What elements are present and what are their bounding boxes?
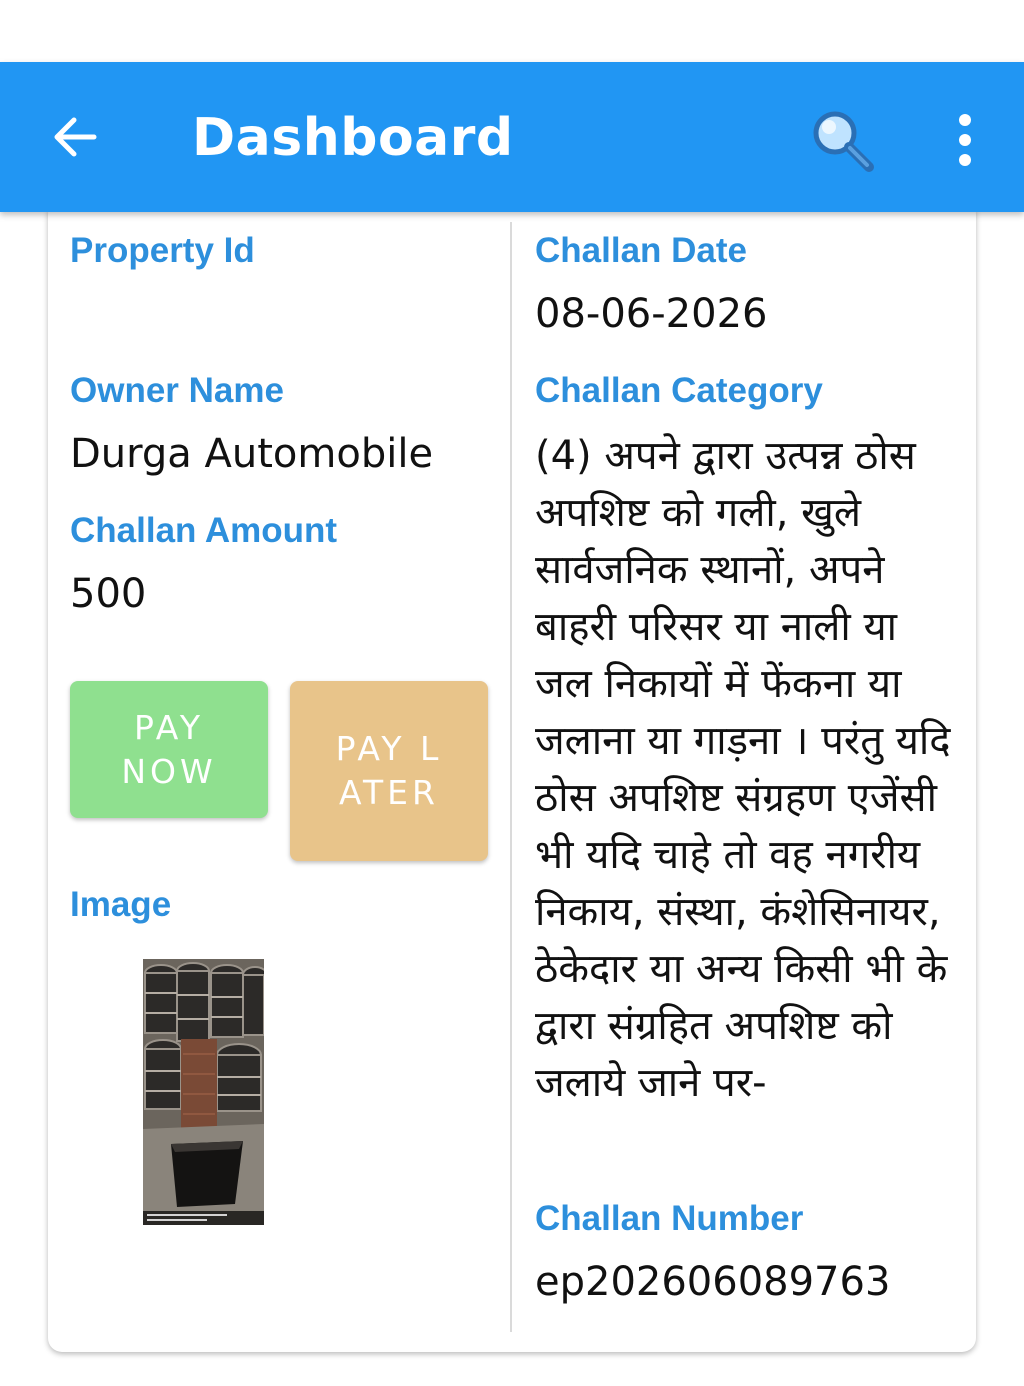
challan-number-label: Challan Number — [535, 1199, 804, 1238]
status-bar — [0, 0, 1024, 62]
owner-name-label: Owner Name — [70, 371, 284, 410]
search-icon — [813, 111, 874, 172]
challan-number-value: ep202606089763 — [535, 1259, 891, 1305]
challan-amount-label: Challan Amount — [70, 511, 338, 550]
owner-name-value: Durga Automobile — [70, 431, 434, 477]
challan-date-label: Challan Date — [535, 231, 747, 270]
challan-photo[interactable] — [143, 959, 264, 1225]
pay-later-label: PAY LATER — [335, 729, 443, 812]
pay-later-button[interactable]: PAY LATER — [290, 681, 488, 861]
column-divider — [510, 222, 512, 1332]
image-label: Image — [70, 885, 172, 924]
app-bar: Dashboard — [0, 62, 1024, 212]
pay-now-label: PAY NOW — [121, 707, 217, 791]
challan-category-label: Challan Category — [535, 371, 823, 410]
back-button[interactable] — [40, 102, 110, 172]
challan-photo-image — [143, 959, 264, 1225]
challan-amount-value: 500 — [70, 571, 147, 617]
challan-category-value: (4) अपने द्वारा उत्पन्न ठोस अपशिष्ट को ग… — [535, 433, 951, 1106]
pay-now-button[interactable]: PAY NOW — [70, 681, 268, 818]
search-button[interactable] — [800, 98, 884, 182]
arrow-left-icon — [54, 117, 97, 157]
page-title: Dashboard — [192, 108, 514, 168]
more-options-button[interactable] — [930, 98, 1000, 182]
challan-date-value: 08-06-2026 — [535, 291, 768, 337]
more-vertical-icon — [959, 114, 971, 166]
property-id-label: Property Id — [70, 231, 255, 270]
